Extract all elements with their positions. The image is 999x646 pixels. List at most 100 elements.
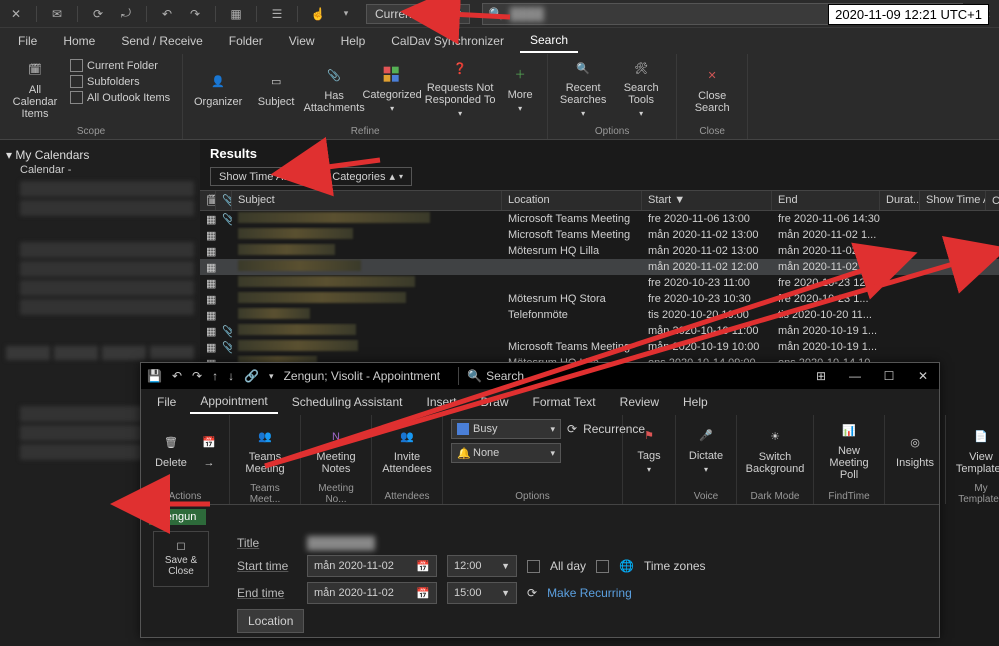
result-row[interactable]: ▦mån 2020-11-02 12:00mån 2020-11-02 1... — [200, 259, 999, 275]
invite-attendees-button[interactable]: 👥Invite Attendees — [380, 419, 434, 481]
undo-icon[interactable]: ↶ — [172, 369, 182, 383]
menu-folder[interactable]: Folder — [219, 30, 273, 52]
result-row[interactable]: ▦Mötesrum HQ Storafre 2020-10-23 10:30fr… — [200, 291, 999, 307]
menu-view[interactable]: View — [279, 30, 325, 52]
end-time-input[interactable]: 15:00▼ — [447, 582, 517, 604]
teams-icon: 👥 — [253, 425, 277, 449]
menu-home[interactable]: Home — [53, 30, 105, 52]
menu-caldav-synchronizer[interactable]: CalDav Synchronizer — [381, 30, 514, 52]
end-date-input[interactable]: mån 2020-11-02📅 — [307, 582, 437, 604]
forward-button[interactable]: 📅→ — [197, 419, 221, 481]
appt-menu-appointment[interactable]: Appointment — [190, 390, 277, 414]
view-templates-button[interactable]: 📄View Templates — [954, 419, 999, 481]
minimize-icon[interactable]: — — [845, 369, 865, 383]
start-time-input[interactable]: 12:00▼ — [447, 555, 517, 577]
result-row[interactable]: ▦fre 2020-10-23 11:00fre 2020-10-23 12..… — [200, 275, 999, 291]
main-menubar: File Home Send / Receive Folder View HelpCalD… — [0, 28, 999, 54]
chevron-down-icon[interactable]: ▾ — [338, 6, 354, 22]
all-day-checkbox[interactable] — [527, 560, 540, 573]
all-calendar-items-button[interactable]: 🗓 All Calendar Items — [8, 58, 62, 120]
category-tag[interactable]: Zengun — [149, 509, 206, 525]
my-calendars-heading[interactable]: ▾ My Calendars — [6, 148, 194, 162]
delete-button[interactable]: 🗑Delete — [149, 419, 193, 481]
categorized-button[interactable]: Categorized▾ — [365, 58, 419, 120]
timezones-checkbox[interactable] — [596, 560, 609, 573]
not-responded-button[interactable]: ❓Requests Not Responded To▾ — [423, 58, 497, 120]
poll-icon: 📊 — [837, 419, 861, 443]
appt-menu-format-text[interactable]: Format Text — [523, 391, 606, 413]
calendar-forward-icon: 📅 — [197, 431, 221, 455]
chevron-down-icon[interactable]: ▾ — [269, 371, 274, 382]
recurrence-icon[interactable]: ⟳ — [567, 422, 577, 436]
ribbon-display-icon[interactable]: ⊞ — [811, 369, 831, 383]
trash-icon: 🗑 — [159, 431, 183, 455]
layout-icon[interactable]: ▦ — [228, 6, 244, 22]
scope-current-folder[interactable]: Current Folder — [66, 58, 174, 73]
undo-icon[interactable]: ↶ — [159, 6, 175, 22]
title-value[interactable]: ████████ — [307, 536, 375, 550]
new-meeting-poll-button[interactable]: 📊New Meeting Poll — [822, 419, 876, 481]
show-as-dropdown[interactable]: Busy▾ — [451, 419, 561, 439]
calendar-item[interactable]: Calendar - — [6, 162, 194, 178]
save-icon[interactable]: 💾 — [147, 369, 162, 383]
filter-show-time-as[interactable]: Show Time As ▴▾ — [210, 167, 315, 186]
reminder-dropdown[interactable]: 🔔None▾ — [451, 443, 561, 463]
appt-menu-review[interactable]: Review — [610, 391, 669, 413]
down-arrow-icon[interactable]: ↓ — [228, 369, 234, 383]
switch-background-button[interactable]: ☀Switch Background — [745, 419, 805, 481]
up-arrow-icon[interactable]: ↑ — [212, 369, 218, 383]
appt-menu-insert[interactable]: Insert — [416, 391, 466, 413]
tags-button[interactable]: ⚑Tags▾ — [631, 419, 667, 481]
search-scope-dropdown[interactable]: Current Folder▾ — [366, 4, 470, 24]
result-row[interactable]: ▦Telefonmötetis 2020-10-20 10:00tis 2020… — [200, 307, 999, 323]
title-label: Title — [237, 536, 297, 550]
menu-file[interactable]: File — [8, 30, 47, 52]
bell-icon: 🔔 — [457, 447, 469, 460]
save-and-close-button[interactable]: ☐Save & Close — [153, 531, 209, 587]
more-button[interactable]: ＋More▾ — [501, 58, 539, 120]
recent-searches-button[interactable]: 🔍Recent Searches▾ — [556, 58, 610, 120]
appointment-search[interactable]: 🔍Search — [458, 367, 532, 385]
insights-button[interactable]: ◎Insights — [893, 419, 937, 481]
tools-icon: 🛠 — [629, 58, 653, 80]
link-icon[interactable]: 🔗 — [244, 369, 259, 383]
close-window-icon[interactable]: ✕ — [913, 369, 933, 383]
has-attachments-button[interactable]: 📎Has Attachments — [307, 58, 361, 120]
maximize-icon[interactable]: ☐ — [879, 369, 899, 383]
appt-menu-file[interactable]: File — [147, 391, 186, 413]
results-column-header[interactable]: 🗓 📎 Subject Location Start ▼ End Durat..… — [200, 190, 999, 211]
sync-icon[interactable]: ⟳ — [90, 6, 106, 22]
filter-categories[interactable]: Categories ▴▾ — [323, 167, 412, 186]
subject-button[interactable]: ▭Subject — [249, 58, 303, 120]
result-row[interactable]: ▦📎Microsoft Teams Meetingmån 2020-10-19 … — [200, 339, 999, 355]
location-button[interactable]: Location — [237, 609, 304, 633]
scope-subfolders[interactable]: Subfolders — [66, 74, 174, 89]
menu-send-receive[interactable]: Send / Receive — [111, 30, 212, 52]
meeting-notes-button[interactable]: NMeeting Notes — [309, 419, 363, 481]
search-tools-button[interactable]: 🛠Search Tools▾ — [614, 58, 668, 120]
start-date-input[interactable]: mån 2020-11-02📅 — [307, 555, 437, 577]
close-icon[interactable]: ✕ — [8, 6, 24, 22]
dictate-button[interactable]: 🎤Dictate▾ — [684, 419, 728, 481]
refresh-icon[interactable]: ⤾ — [118, 6, 134, 22]
make-recurring-link[interactable]: Make Recurring — [547, 586, 632, 600]
folder-tree-icon[interactable]: ☰ — [269, 6, 285, 22]
result-row[interactable]: ▦Mötesrum HQ Lillamån 2020-11-02 13:00må… — [200, 243, 999, 259]
result-row[interactable]: ▦📎Microsoft Teams Meetingfre 2020-11-06 … — [200, 211, 999, 227]
organizer-button[interactable]: 👤Organizer — [191, 58, 245, 120]
close-group-label: Close — [685, 124, 739, 137]
scope-all-outlook[interactable]: All Outlook Items — [66, 90, 174, 105]
envelope-icon[interactable]: ✉ — [49, 6, 65, 22]
appt-menu-help[interactable]: Help — [673, 391, 718, 413]
menu-help[interactable]: Help — [331, 30, 376, 52]
menu-search[interactable]: Search — [520, 29, 578, 53]
result-row[interactable]: ▦📎mån 2020-10-19 11:00mån 2020-10-19 1..… — [200, 323, 999, 339]
appt-menu-scheduling-assistant[interactable]: Scheduling Assistant — [282, 391, 413, 413]
redo-icon[interactable]: ↷ — [192, 369, 202, 383]
teams-meeting-button[interactable]: 👥Teams Meeting — [238, 419, 292, 481]
appt-menu-draw[interactable]: Draw — [471, 391, 519, 413]
redo-icon[interactable]: ↷ — [187, 6, 203, 22]
touch-icon[interactable]: ☝ — [310, 6, 326, 22]
close-search-button[interactable]: ✕Close Search — [685, 58, 739, 120]
result-row[interactable]: ▦Microsoft Teams Meetingmån 2020-11-02 1… — [200, 227, 999, 243]
